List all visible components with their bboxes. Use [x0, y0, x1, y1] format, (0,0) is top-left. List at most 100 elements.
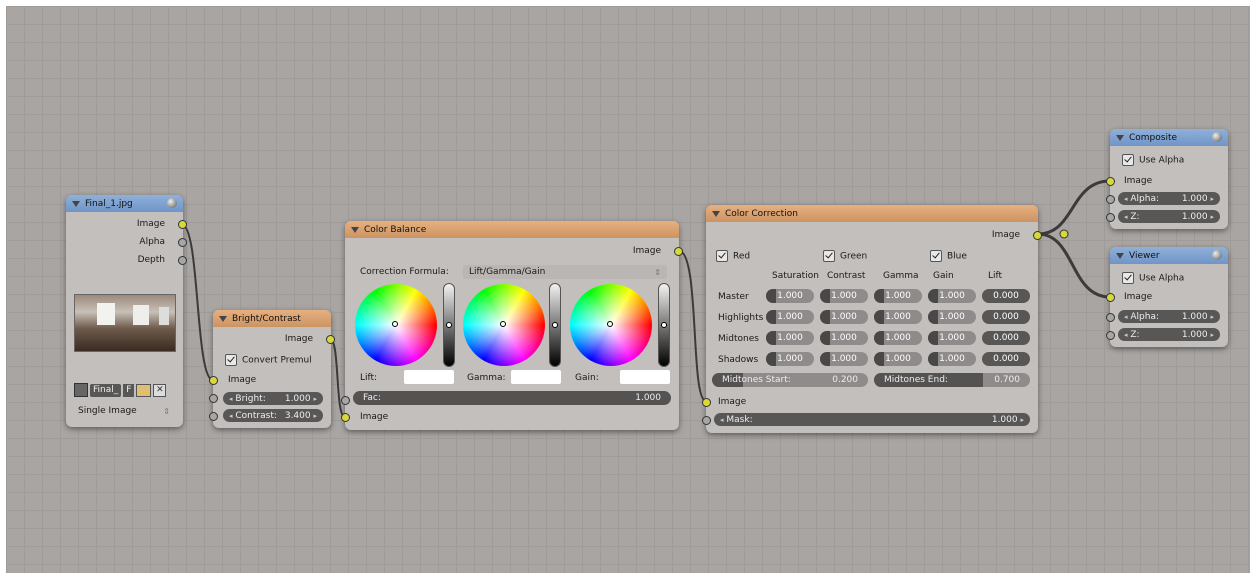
gamma-color-wheel[interactable] [463, 284, 545, 366]
contrast-socket[interactable] [209, 412, 218, 421]
preview-globe-icon[interactable] [167, 198, 177, 208]
lift-color-swatch[interactable] [404, 370, 454, 384]
red-checkbox[interactable]: Red [716, 250, 750, 262]
image-name-field[interactable]: Final_ [90, 383, 122, 397]
output-depth-socket[interactable] [178, 256, 187, 265]
use-alpha-checkbox[interactable]: Use Alpha [1122, 154, 1184, 166]
master-gamma-field[interactable]: 1.000 [874, 289, 922, 303]
gain-color-swatch[interactable] [620, 370, 670, 384]
fac-slider[interactable]: Fac: 1.000 [353, 391, 671, 405]
collapse-icon[interactable] [712, 210, 720, 217]
mask-field[interactable]: ◂ Mask: 1.000 ▸ [714, 413, 1030, 426]
slider-cursor[interactable] [661, 322, 667, 328]
gain-color-wheel[interactable] [570, 284, 652, 366]
highlights-lift-field[interactable]: 0.000 [982, 310, 1030, 324]
image-browse-icon[interactable] [74, 383, 88, 397]
increment-arrow-icon[interactable]: ▸ [1210, 195, 1214, 203]
collapse-icon[interactable] [1116, 134, 1124, 141]
highlights-gain-field[interactable]: 1.000 [928, 310, 976, 324]
bright-field[interactable]: ◂ Bright: 1.000 ▸ [223, 392, 323, 405]
viewer-node[interactable]: Viewer Use Alpha Image ◂ Alpha: 1.000 ▸ … [1106, 247, 1228, 347]
use-alpha-checkbox[interactable]: Use Alpha [1122, 272, 1184, 284]
bright-contrast-header[interactable]: Bright/Contrast [213, 310, 331, 327]
image-node-header[interactable]: Final_1.jpg [66, 195, 183, 212]
midtones-start-slider[interactable]: Midtones Start: 0.200 [712, 373, 868, 387]
color-balance-header[interactable]: Color Balance [345, 221, 679, 238]
wheel-cursor[interactable] [392, 321, 398, 327]
highlights-saturation-field[interactable]: 1.000 [766, 310, 814, 324]
shadows-contrast-field[interactable]: 1.000 [820, 352, 868, 366]
correction-formula-select[interactable]: Lift/Gamma/Gain ⇕ [463, 265, 667, 279]
blue-checkbox[interactable]: Blue [930, 250, 967, 262]
mask-socket[interactable] [702, 416, 711, 425]
gamma-color-swatch[interactable] [511, 370, 561, 384]
master-contrast-field[interactable]: 1.000 [820, 289, 868, 303]
highlights-gamma-field[interactable]: 1.000 [874, 310, 922, 324]
input-image-socket[interactable] [1106, 293, 1115, 302]
contrast-field[interactable]: ◂ Contrast: 3.400 ▸ [223, 409, 323, 422]
collapse-icon[interactable] [351, 226, 359, 233]
input-image-socket[interactable] [341, 413, 350, 422]
slider-cursor[interactable] [446, 322, 452, 328]
bright-socket[interactable] [209, 394, 218, 403]
shadows-lift-field[interactable]: 0.000 [982, 352, 1030, 366]
slider-cursor[interactable] [552, 322, 558, 328]
bright-contrast-node[interactable]: Bright/Contrast Image Convert Premul Ima… [209, 310, 335, 428]
output-image-socket[interactable] [674, 247, 683, 256]
decrement-arrow-icon[interactable]: ◂ [229, 412, 233, 420]
checkbox-icon[interactable] [225, 354, 237, 366]
z-socket[interactable] [1106, 331, 1115, 340]
checkbox-icon[interactable] [823, 250, 835, 262]
fac-socket[interactable] [341, 396, 350, 405]
input-image-socket[interactable] [209, 376, 218, 385]
composite-node[interactable]: Composite Use Alpha Image ◂ Alpha: 1.000… [1106, 129, 1228, 229]
midtones-saturation-field[interactable]: 1.000 [766, 331, 814, 345]
preview-globe-icon[interactable] [1212, 250, 1222, 260]
output-image-socket[interactable] [326, 335, 335, 344]
wheel-cursor[interactable] [607, 321, 613, 327]
fake-user-button[interactable]: F [123, 383, 135, 397]
collapse-icon[interactable] [219, 315, 227, 322]
checkbox-icon[interactable] [716, 250, 728, 262]
decrement-arrow-icon[interactable]: ◂ [1124, 313, 1128, 321]
midtones-gain-field[interactable]: 1.000 [928, 331, 976, 345]
increment-arrow-icon[interactable]: ▸ [313, 395, 317, 403]
output-image-socket[interactable] [1033, 231, 1042, 240]
decrement-arrow-icon[interactable]: ◂ [1124, 195, 1128, 203]
gain-value-slider[interactable] [658, 283, 670, 367]
decrement-arrow-icon[interactable]: ◂ [720, 416, 724, 424]
output-alpha-socket[interactable] [178, 238, 187, 247]
color-balance-node[interactable]: Color Balance Image Correction Formula: … [341, 221, 683, 430]
input-image-socket[interactable] [1106, 177, 1115, 186]
open-folder-icon[interactable] [136, 383, 152, 397]
increment-arrow-icon[interactable]: ▸ [1020, 416, 1024, 424]
z-socket[interactable] [1106, 213, 1115, 222]
master-gain-field[interactable]: 1.000 [928, 289, 976, 303]
output-image-socket[interactable] [178, 220, 187, 229]
z-field[interactable]: ◂ Z: 1.000 ▸ [1118, 328, 1220, 341]
increment-arrow-icon[interactable]: ▸ [1210, 213, 1214, 221]
viewer-header[interactable]: Viewer [1110, 247, 1228, 264]
midtones-contrast-field[interactable]: 1.000 [820, 331, 868, 345]
lift-color-wheel[interactable] [355, 284, 437, 366]
alpha-socket[interactable] [1106, 195, 1115, 204]
input-image-socket[interactable] [702, 398, 711, 407]
decrement-arrow-icon[interactable]: ◂ [1124, 213, 1128, 221]
collapse-icon[interactable] [1116, 252, 1124, 259]
lift-value-slider[interactable] [443, 283, 455, 367]
alpha-field[interactable]: ◂ Alpha: 1.000 ▸ [1118, 192, 1220, 205]
composite-header[interactable]: Composite [1110, 129, 1228, 146]
master-lift-field[interactable]: 0.000 [982, 289, 1030, 303]
collapse-icon[interactable] [72, 200, 80, 207]
gamma-value-slider[interactable] [549, 283, 561, 367]
shadows-saturation-field[interactable]: 1.000 [766, 352, 814, 366]
checkbox-icon[interactable] [930, 250, 942, 262]
color-correction-node[interactable]: Color Correction Image Red Green Blue Sa… [702, 205, 1042, 433]
increment-arrow-icon[interactable]: ▸ [313, 412, 317, 420]
alpha-field[interactable]: ◂ Alpha: 1.000 ▸ [1118, 310, 1220, 323]
midtones-lift-field[interactable]: 0.000 [982, 331, 1030, 345]
preview-globe-icon[interactable] [1212, 132, 1222, 142]
convert-premul-checkbox[interactable]: Convert Premul [225, 354, 312, 366]
increment-arrow-icon[interactable]: ▸ [1210, 313, 1214, 321]
color-correction-header[interactable]: Color Correction [706, 205, 1038, 222]
